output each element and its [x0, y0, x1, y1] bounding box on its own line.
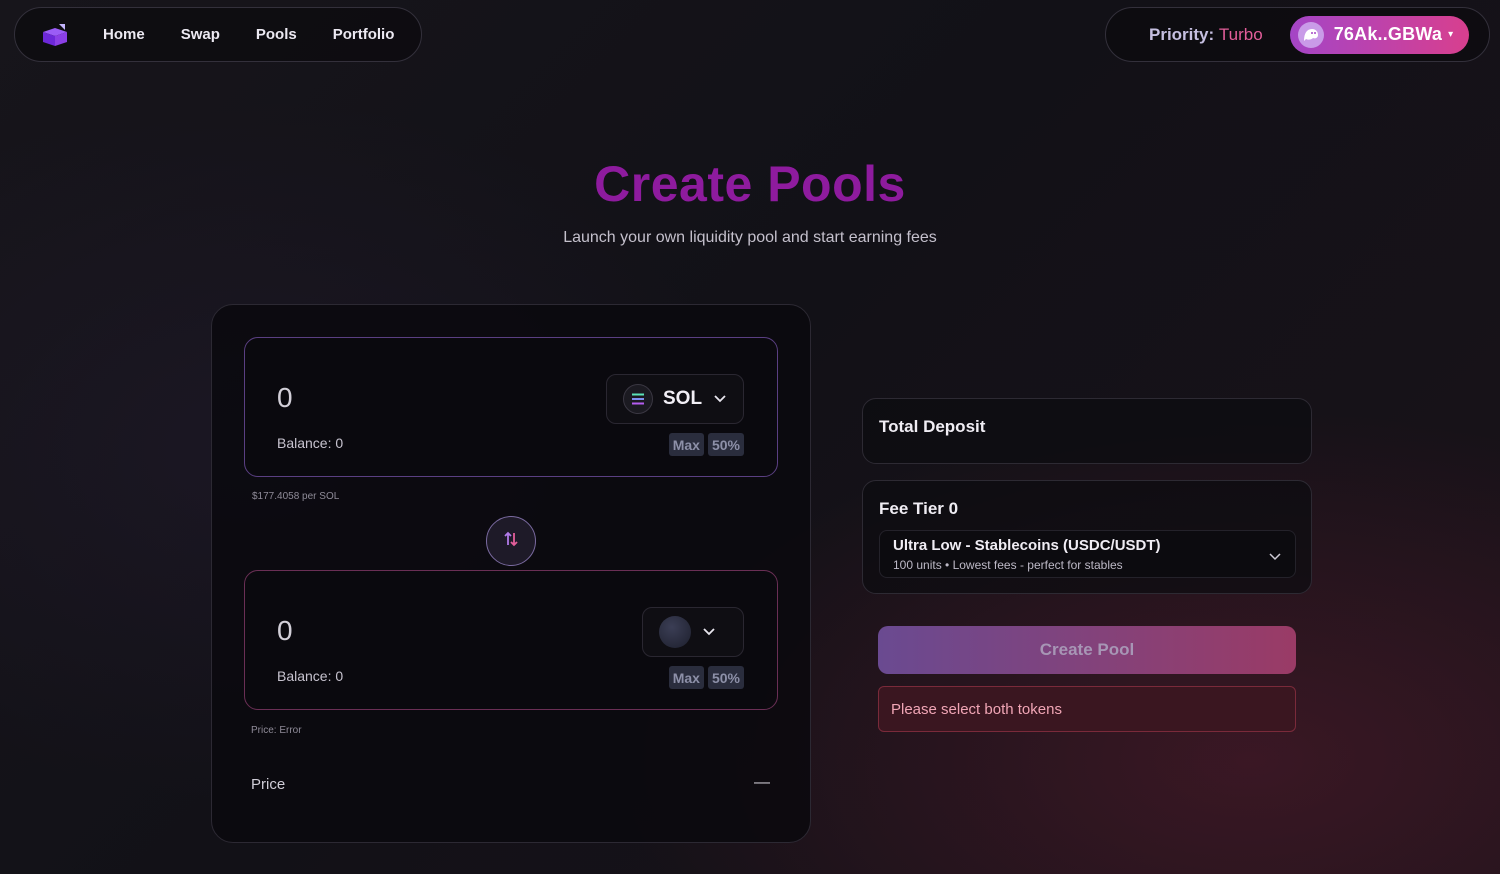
fee-tier-label: Fee Tier 0	[879, 499, 959, 518]
chevron-down-icon	[714, 395, 726, 403]
chevron-down-icon	[703, 628, 715, 636]
token-a-balance: Balance: 0	[277, 435, 344, 451]
fee-tier-option-name: Ultra Low - Stablecoins (USDC/USDT)	[893, 537, 1161, 554]
token-a-price-note: $177.4058 per SOL	[252, 491, 340, 502]
token-a-selector[interactable]: SOL	[606, 374, 744, 424]
error-message: Please select both tokens	[878, 686, 1296, 732]
price-label: Price	[251, 776, 286, 793]
nav-link-swap[interactable]: Swap	[181, 26, 220, 43]
create-pool-button[interactable]: Create Pool	[878, 626, 1296, 674]
priority-value: Turbo	[1218, 24, 1263, 44]
token-b-amount-input[interactable]: 0	[277, 615, 293, 647]
token-placeholder-icon	[659, 616, 691, 648]
priority-selector[interactable]: Priority: Turbo	[1149, 25, 1263, 45]
chevron-down-icon: ▾	[1448, 29, 1454, 40]
priority-label: Priority:	[1149, 24, 1215, 44]
swap-tokens-button[interactable]	[486, 516, 536, 566]
nav-link-home[interactable]: Home	[103, 26, 145, 43]
fee-tier-select[interactable]: Ultra Low - Stablecoins (USDC/USDT) 100 …	[879, 530, 1296, 578]
header-actions: Priority: Turbo 76Ak..GBWa ▾	[1105, 7, 1490, 62]
token-a-symbol: SOL	[663, 388, 703, 409]
total-deposit-label: Total Deposit	[879, 417, 986, 436]
token-a-amount-input[interactable]: 0	[277, 382, 293, 414]
fee-tier-option-desc: 100 units • Lowest fees - perfect for st…	[893, 558, 1123, 572]
token-b-quick-amounts: Max 50%	[668, 666, 744, 689]
token-a-max-button[interactable]: Max	[668, 433, 704, 456]
nav-link-portfolio[interactable]: Portfolio	[333, 26, 395, 43]
token-b-price-note: Price: Error	[251, 725, 302, 736]
token-a-panel: 0 Balance: 0 SOL Max 50%	[244, 337, 778, 477]
page-subtitle: Launch your own liquidity pool and start…	[563, 229, 937, 246]
token-b-max-button[interactable]: Max	[668, 666, 704, 689]
swap-arrows-icon	[504, 531, 518, 552]
token-a-quick-amounts: Max 50%	[668, 433, 744, 456]
price-value: —	[754, 774, 770, 791]
chevron-down-icon	[1269, 548, 1281, 566]
token-b-half-button[interactable]: 50%	[707, 666, 744, 689]
token-b-balance: Balance: 0	[277, 668, 344, 684]
total-deposit-panel: Total Deposit	[862, 398, 1312, 464]
wallet-address: 76Ak..GBWa	[1333, 24, 1443, 44]
nav-link-pools[interactable]: Pools	[256, 26, 297, 43]
fee-tier-panel: Fee Tier 0 Ultra Low - Stablecoins (USDC…	[862, 480, 1312, 594]
token-a-half-button[interactable]: 50%	[707, 433, 744, 456]
main-nav: Home Swap Pools Portfolio	[14, 7, 422, 62]
token-b-selector[interactable]	[642, 607, 744, 657]
solana-icon	[623, 384, 653, 414]
page-title: Create Pools	[594, 156, 906, 212]
token-b-panel: 0 Balance: 0 Max 50%	[244, 570, 778, 710]
logo-icon[interactable]	[41, 21, 69, 49]
wallet-ghost-icon	[1297, 21, 1324, 48]
wallet-button[interactable]: 76Ak..GBWa ▾	[1289, 15, 1469, 54]
